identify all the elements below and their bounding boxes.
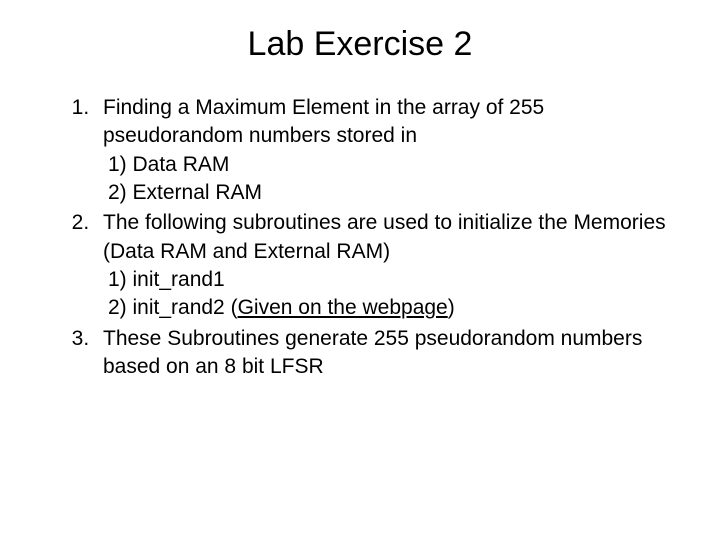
slide-title: Lab Exercise 2 xyxy=(40,25,680,64)
item-text: The following subroutines are used to in… xyxy=(103,211,666,262)
item-text: Finding a Maximum Element in the array o… xyxy=(103,96,544,147)
main-ordered-list: Finding a Maximum Element in the array o… xyxy=(40,94,680,381)
item-text: These Subroutines generate 255 pseudoran… xyxy=(103,327,642,378)
sub-list: 1) Data RAM 2) External RAM xyxy=(103,151,680,208)
list-item: The following subroutines are used to in… xyxy=(95,209,680,322)
sub-item: 1) Data RAM xyxy=(108,151,680,179)
sub-list: 1) init_rand1 2) init_rand2 (Given on th… xyxy=(103,266,680,323)
underline-text: Given on the webpage xyxy=(238,296,448,319)
list-item: These Subroutines generate 255 pseudoran… xyxy=(95,325,680,382)
list-item: Finding a Maximum Element in the array o… xyxy=(95,94,680,207)
sub-item-prefix: 2) init_rand2 ( xyxy=(108,296,238,319)
sub-item: 1) init_rand1 xyxy=(108,266,680,294)
sub-item: 2) init_rand2 (Given on the webpage) xyxy=(108,294,680,322)
sub-item-suffix: ) xyxy=(448,296,455,319)
slide-content: Lab Exercise 2 Finding a Maximum Element… xyxy=(0,0,720,403)
sub-item: 2) External RAM xyxy=(108,179,680,207)
